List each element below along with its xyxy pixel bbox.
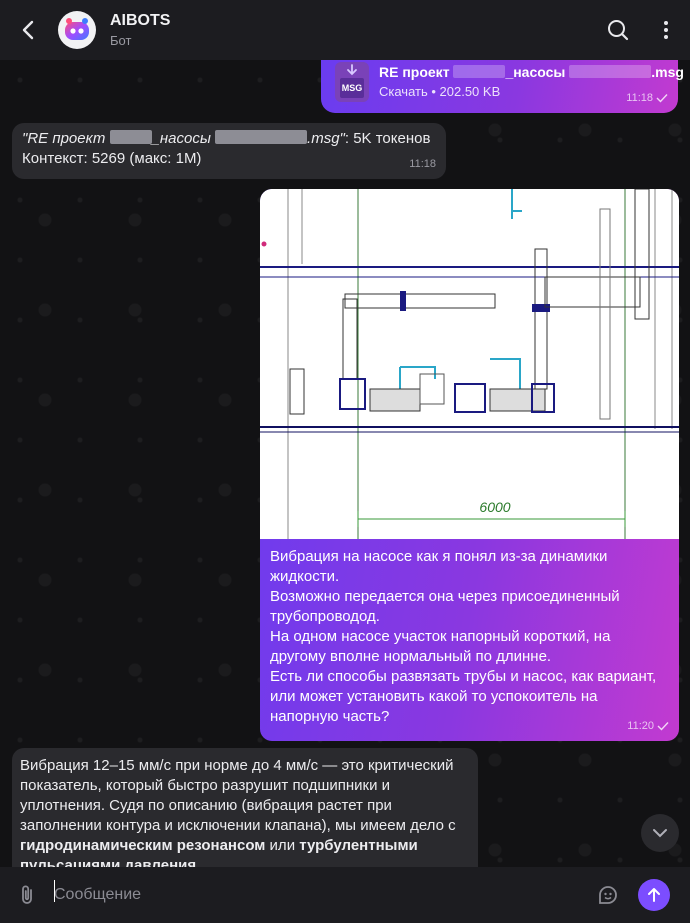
message-time: 11:18 <box>626 88 668 108</box>
token-info-message: "RE проект _насосы .msg": 5K токенов Кон… <box>12 123 446 179</box>
attach-button[interactable] <box>0 867 54 923</box>
reply-bold-term: гидродинамическим резонансом <box>20 837 266 854</box>
caption-line: Вибрация на насосе как я понял из-за дин… <box>270 548 608 585</box>
chat-subtitle: Бот <box>110 33 132 48</box>
avatar[interactable] <box>58 11 96 49</box>
photo-message: 6000 Вибрация на насосе как я понял из-з… <box>260 189 679 741</box>
search-icon <box>608 20 629 41</box>
sticker-button[interactable] <box>588 867 628 923</box>
file-message[interactable]: MSG RE проект _насосы .msg Скачать • 202… <box>321 58 684 113</box>
send-button[interactable] <box>638 879 670 911</box>
text-cursor <box>54 880 55 902</box>
paperclip-icon <box>22 885 32 904</box>
more-button[interactable] <box>642 0 690 60</box>
file-ext-label: MSG <box>339 78 365 98</box>
back-arrow-icon <box>22 20 34 40</box>
file-type-badge[interactable]: MSG <box>335 62 369 102</box>
read-check-icon <box>657 722 669 731</box>
drawing-dimension-label: 6000 <box>479 499 510 515</box>
photo-caption: Вибрация на насосе как я понял из-за дин… <box>270 547 670 727</box>
chat-header: AIBOTS Бот <box>0 0 690 60</box>
caption-line: Есть ли способы развязать трубы и насос,… <box>270 668 657 725</box>
context-info-line: Контекст: 5269 (макс: 1M) <box>22 150 202 167</box>
file-download-meta[interactable]: Скачать • 202.50 KB <box>379 82 500 102</box>
download-icon <box>347 64 357 76</box>
caption-line: На одном насосе участок напорный коротки… <box>270 628 611 665</box>
file-name: RE проект _насосы .msg <box>379 64 684 80</box>
message-time: 11:20 <box>627 716 669 736</box>
message-input[interactable] <box>54 875 588 915</box>
message-composer <box>0 867 690 923</box>
more-vertical-icon <box>664 21 668 39</box>
message-time: 11:18 <box>409 158 436 170</box>
chat-title: AIBOTS <box>110 12 171 29</box>
back-button[interactable] <box>0 0 56 60</box>
search-button[interactable] <box>594 0 642 60</box>
reply-text: Вибрация 12–15 мм/с при норме до 4 мм/с … <box>20 757 456 834</box>
bot-logo-icon <box>65 18 89 40</box>
engineering-drawing-image[interactable]: 6000 <box>260 189 679 539</box>
token-info-line: "RE проект _насосы .msg": 5K токенов <box>22 130 431 147</box>
scroll-to-bottom-button[interactable] <box>641 814 679 852</box>
caption-line: Возможно передается она через присоедине… <box>270 588 620 625</box>
send-arrow-icon <box>648 888 660 902</box>
read-check-icon <box>656 94 668 103</box>
chevron-down-icon <box>653 829 667 838</box>
sticker-icon <box>599 886 617 904</box>
